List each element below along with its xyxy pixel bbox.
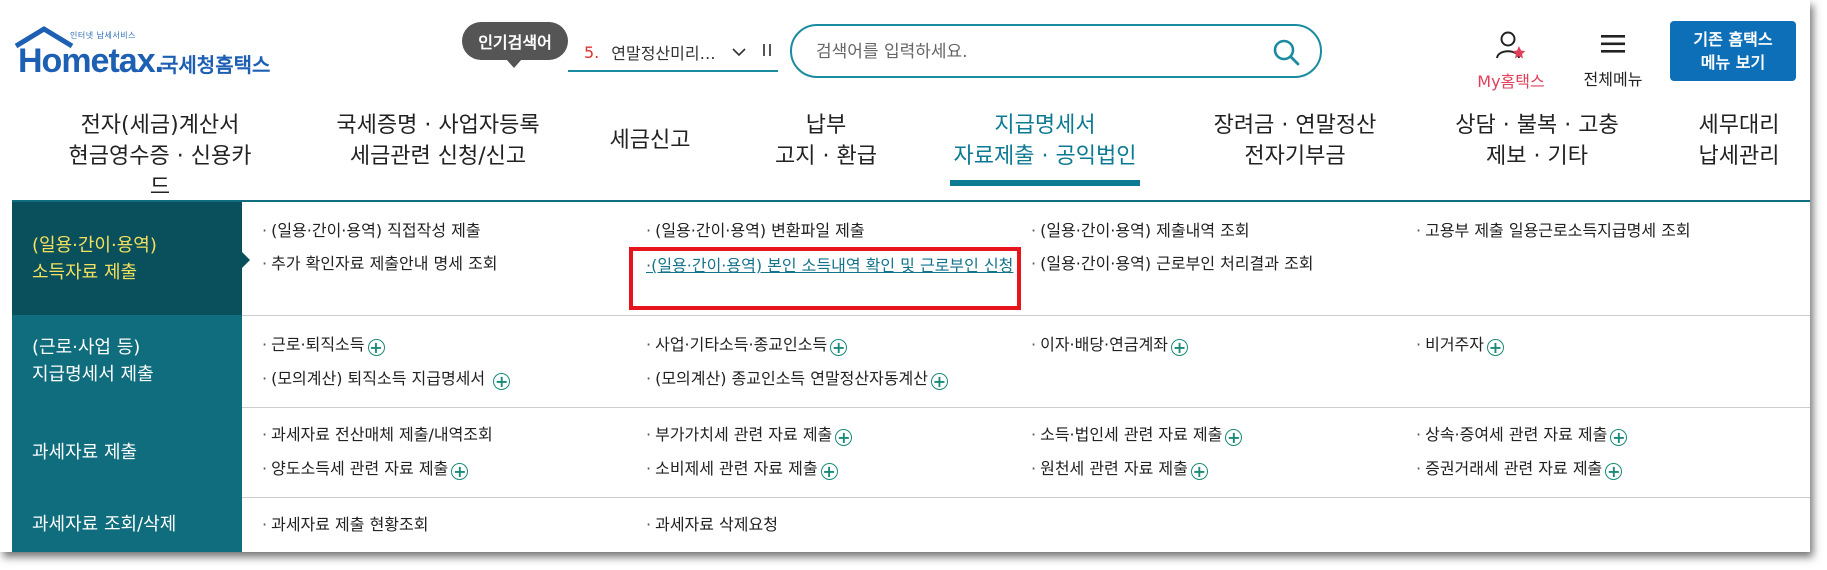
search-input[interactable]: [814, 38, 1258, 66]
all-menu-label: 전체메뉴: [1583, 70, 1643, 89]
legacy-line2: 메뉴 보기: [1700, 53, 1766, 72]
row-heading[interactable]: 과세자료 제출: [12, 407, 242, 497]
page-frame: 인터넷 납세서비스 Hometax. 국세청홈택스 인기검색어 5. 연말정산미…: [0, 0, 1810, 552]
submenu-link[interactable]: · (모의계산) 종교인소득 연말정산자동계산 +: [646, 368, 948, 390]
row-heading-line1: 과세자료 제출: [32, 441, 138, 463]
gnb-line1: 상담 · 불복 · 고충: [1455, 113, 1619, 138]
submenu-link[interactable]: · 부가가치세 관련 자료 제출 +: [646, 424, 853, 446]
submenu-link[interactable]: · (일용·간이·용역) 근로부인 처리결과 조회: [1031, 253, 1314, 275]
submenu-link[interactable]: · 근로·퇴직소득 +: [262, 334, 385, 356]
submenu-row-tax-data: 과세자료 제출: [12, 407, 1810, 498]
gnb-active-indicator: [950, 180, 1140, 186]
gnb-line1: 세금신고: [609, 128, 691, 153]
gnb-incentive[interactable]: 장려금 · 연말정산 전자기부금: [1210, 110, 1380, 172]
logo-wordmark: Hometax.: [18, 42, 164, 80]
submenu-link[interactable]: · 과세자료 전산매체 제출/내역조회: [262, 424, 493, 446]
active-arrow-icon: [242, 252, 250, 268]
plus-icon[interactable]: +: [1610, 429, 1628, 446]
search-box: [790, 24, 1322, 78]
gnb-line1: 국세증명 · 사업자등록: [336, 113, 540, 138]
row-heading[interactable]: (근로·사업 등) 지급명세서 제출: [12, 315, 242, 407]
plus-icon[interactable]: +: [835, 429, 853, 446]
row-heading[interactable]: (일용·간이·용역) 소득자료 제출: [12, 202, 242, 315]
gnb-line2: 자료제출 · 공익법인: [953, 144, 1137, 169]
gnb-payment-statement[interactable]: 지급명세서 자료제출 · 공익법인: [950, 110, 1140, 172]
submenu-link[interactable]: · 상속·증여세 관련 자료 제출 +: [1416, 424, 1628, 446]
submenu-link[interactable]: · 추가 확인자료 제출안내 명세 조회: [262, 253, 498, 275]
submenu-link[interactable]: · 비거주자 +: [1416, 334, 1504, 356]
plus-icon[interactable]: +: [493, 373, 511, 390]
gnb-line1: 장려금 · 연말정산: [1213, 113, 1377, 138]
submenu-link[interactable]: · 과세자료 삭제요청: [646, 514, 778, 536]
chevron-down-icon[interactable]: [732, 45, 746, 61]
submenu-link[interactable]: · 증권거래세 관련 자료 제출 +: [1416, 458, 1623, 480]
popular-search-rolling[interactable]: 5. 연말정산미리…: [568, 34, 778, 72]
hamburger-icon: [1601, 35, 1625, 53]
gnb-consulting[interactable]: 상담 · 불복 · 고충 제보 · 기타: [1452, 110, 1622, 172]
submenu-link[interactable]: · 양도소득세 관련 자료 제출 +: [262, 458, 469, 480]
legacy-menu-button[interactable]: 기존 홈택스 메뉴 보기: [1670, 21, 1796, 81]
submenu-link[interactable]: · 고용부 제출 일용근로소득지급명세 조회: [1416, 220, 1691, 242]
submenu-link[interactable]: · 사업·기타소득·종교인소득 +: [646, 334, 848, 356]
submenu-link[interactable]: · 소득·법인세 관련 자료 제출 +: [1031, 424, 1243, 446]
submenu-link[interactable]: · (일용·간이·용역) 직접작성 제출: [262, 220, 481, 242]
gnb-tax-report[interactable]: 세금신고: [605, 125, 695, 156]
plus-icon[interactable]: +: [451, 463, 469, 480]
plus-icon[interactable]: +: [830, 339, 848, 356]
gnb-line1: 납부: [805, 113, 847, 138]
row-heading-line1: (일용·간이·용역): [32, 234, 157, 256]
gnb-line1: 전자(세금)계산서: [80, 113, 240, 138]
gnb-line2: 세금관련 신청/신고: [349, 144, 527, 169]
gnb-line2: 납세관리: [1698, 144, 1780, 169]
plus-icon[interactable]: +: [1486, 339, 1504, 356]
row-heading[interactable]: 과세자료 조회/삭제: [12, 497, 242, 552]
logo-korean-name: 국세청홈택스: [160, 53, 271, 77]
gnb-certificate[interactable]: 국세증명 · 사업자등록 세금관련 신청/신고: [318, 110, 558, 172]
all-menu-button[interactable]: 전체메뉴: [1572, 30, 1654, 90]
plus-icon[interactable]: +: [820, 463, 838, 480]
submenu-link[interactable]: · (일용·간이·용역) 변환파일 제출: [646, 220, 865, 242]
gnb-line2: 제보 · 기타: [1486, 144, 1588, 169]
pause-icon[interactable]: [762, 43, 772, 61]
gnb-line2: 전자기부금: [1244, 144, 1346, 169]
gnb-payment[interactable]: 납부 고지 · 환급: [766, 110, 886, 172]
plus-icon[interactable]: +: [367, 339, 385, 356]
submenu-row-payment-statement: (근로·사업 등) 지급명세서 제출: [12, 315, 1810, 408]
gnb-tax-agent[interactable]: 세무대리 납세관리: [1694, 110, 1784, 172]
plus-icon[interactable]: +: [1605, 463, 1623, 480]
logo-tagline: 인터넷 납세서비스: [70, 31, 136, 40]
popular-keyword[interactable]: 연말정산미리…: [611, 40, 715, 64]
gnb-line2: 현금영수증 · 신용카드: [68, 144, 252, 200]
gnb-line2: 고지 · 환급: [775, 144, 877, 169]
my-hometax-label: My홈택스: [1477, 72, 1545, 91]
popular-rank: 5.: [584, 42, 600, 62]
plus-icon[interactable]: +: [1190, 463, 1208, 480]
gnb-e-invoice[interactable]: 전자(세금)계산서 현금영수증 · 신용카드: [60, 110, 260, 203]
plus-icon[interactable]: +: [931, 373, 948, 390]
submenu-link[interactable]: · 이자·배당·연금계좌 +: [1031, 334, 1189, 356]
plus-icon[interactable]: +: [1171, 339, 1189, 356]
user-icon: [1496, 31, 1526, 59]
submenu-link[interactable]: · (모의계산) 퇴직소득 지급명세서 +: [262, 368, 511, 390]
hometax-logo[interactable]: 인터넷 납세서비스 Hometax. 국세청홈택스: [12, 20, 282, 90]
submenu-link[interactable]: · 원천세 관련 자료 제출 +: [1031, 458, 1208, 480]
popular-search-badge: 인기검색어: [462, 22, 568, 68]
submenu-link[interactable]: · 과세자료 제출 현황조회: [262, 514, 428, 536]
submenu-link[interactable]: · (일용·간이·용역) 제출내역 조회: [1031, 220, 1250, 242]
legacy-line1: 기존 홈택스: [1693, 30, 1773, 49]
row-heading-line1: 과세자료 조회/삭제: [32, 514, 177, 535]
row-heading-line1: (근로·사업 등): [32, 337, 141, 358]
gnb-line1: 지급명세서: [994, 113, 1096, 138]
row-heading-line2: 지급명세서 제출: [32, 364, 154, 385]
submenu-link[interactable]: · 소비제세 관련 자료 제출 +: [646, 458, 838, 480]
my-hometax-button[interactable]: My홈택스: [1470, 30, 1552, 92]
search-icon[interactable]: [1272, 38, 1300, 66]
plus-icon[interactable]: +: [1225, 429, 1243, 446]
highlighted-submenu-link[interactable]: ·(일용·간이·용역) 본인 소득내역 확인 및 근로부인 신청: [646, 253, 1016, 278]
row-heading-line2: 소득자료 제출: [32, 261, 138, 283]
gnb-line1: 세무대리: [1698, 113, 1780, 138]
